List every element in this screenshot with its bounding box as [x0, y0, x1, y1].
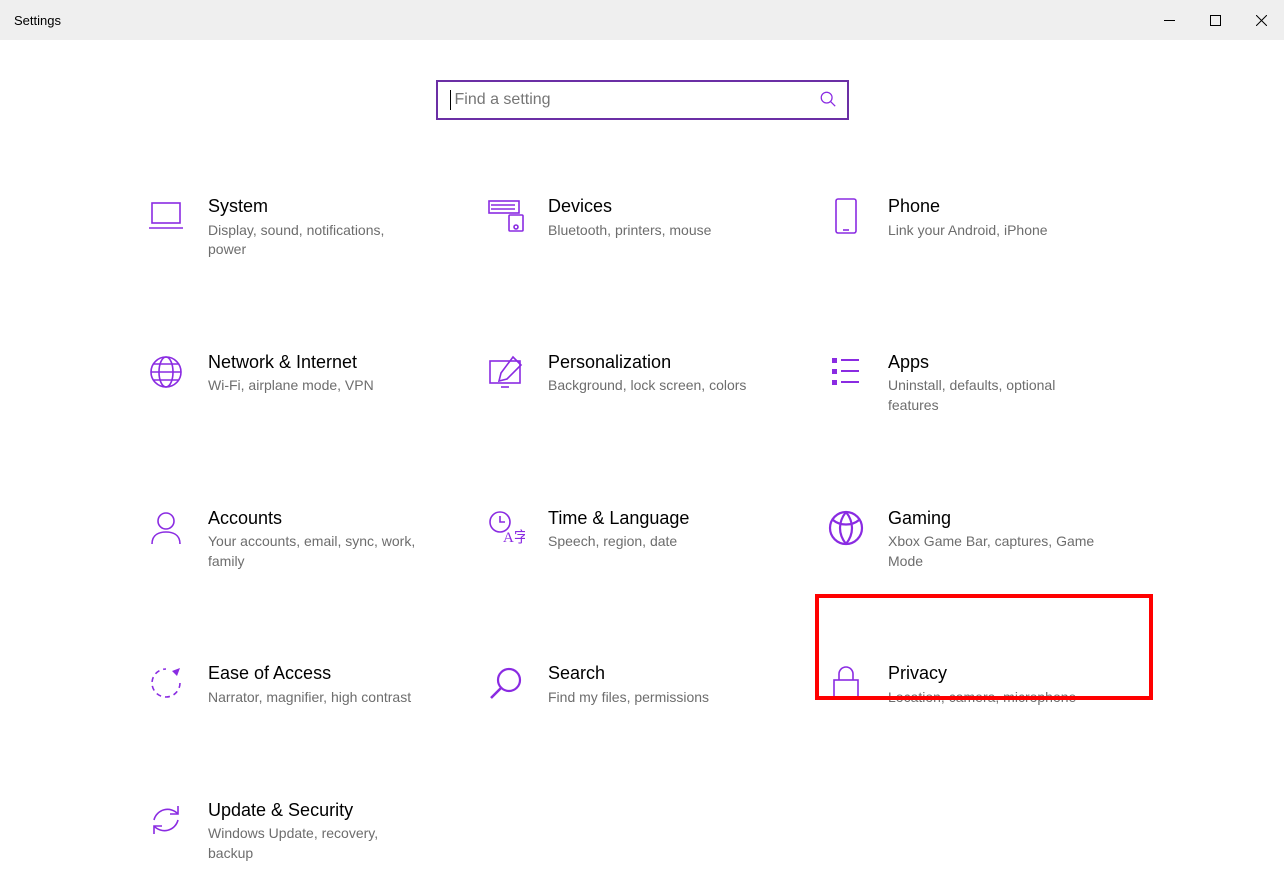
globe-icon [146, 352, 186, 392]
search-container [0, 80, 1284, 120]
category-desc: Background, lock screen, colors [548, 376, 746, 396]
search-box[interactable] [436, 80, 849, 120]
category-title: System [208, 196, 418, 218]
category-accounts[interactable]: Accounts Your accounts, email, sync, wor… [142, 502, 472, 576]
category-title: Apps [888, 352, 1098, 374]
category-phone[interactable]: Phone Link your Android, iPhone [822, 190, 1152, 264]
apps-icon [826, 352, 866, 392]
personalization-icon [486, 352, 526, 392]
time-language-icon: A字 [486, 508, 526, 548]
magnifier-icon [486, 663, 526, 703]
category-desc: Find my files, permissions [548, 688, 709, 708]
category-title: Search [548, 663, 709, 685]
category-search[interactable]: Search Find my files, permissions [482, 657, 812, 711]
category-desc: Bluetooth, printers, mouse [548, 221, 711, 241]
close-button[interactable] [1238, 0, 1284, 40]
category-title: Privacy [888, 663, 1076, 685]
titlebar: Settings [0, 0, 1284, 40]
laptop-icon [146, 196, 186, 236]
lock-icon [826, 663, 866, 703]
category-personalization[interactable]: Personalization Background, lock screen,… [482, 346, 812, 420]
category-desc: Xbox Game Bar, captures, Game Mode [888, 532, 1098, 571]
ease-of-access-icon [146, 663, 186, 703]
category-desc: Narrator, magnifier, high contrast [208, 688, 411, 708]
category-update[interactable]: Update & Security Windows Update, recove… [142, 794, 472, 868]
category-grid: System Display, sound, notifications, po… [132, 190, 1152, 867]
category-desc: Windows Update, recovery, backup [208, 824, 418, 863]
category-time[interactable]: A字 Time & Language Speech, region, date [482, 502, 812, 576]
update-icon [146, 800, 186, 840]
svg-text:A字: A字 [503, 529, 525, 546]
category-title: Accounts [208, 508, 418, 530]
category-network[interactable]: Network & Internet Wi-Fi, airplane mode,… [142, 346, 472, 420]
category-apps[interactable]: Apps Uninstall, defaults, optional featu… [822, 346, 1152, 420]
category-title: Time & Language [548, 508, 689, 530]
text-caret [450, 90, 451, 110]
category-title: Phone [888, 196, 1048, 218]
gaming-icon [826, 508, 866, 548]
category-title: Update & Security [208, 800, 418, 822]
category-privacy[interactable]: Privacy Location, camera, microphone [822, 657, 1152, 711]
accounts-icon [146, 508, 186, 548]
category-gaming[interactable]: Gaming Xbox Game Bar, captures, Game Mod… [822, 502, 1152, 576]
category-desc: Location, camera, microphone [888, 688, 1076, 708]
category-desc: Uninstall, defaults, optional features [888, 376, 1098, 415]
category-desc: Link your Android, iPhone [888, 221, 1048, 241]
category-title: Devices [548, 196, 711, 218]
category-title: Ease of Access [208, 663, 411, 685]
window-title: Settings [14, 13, 61, 28]
content-area: System Display, sound, notifications, po… [0, 40, 1284, 867]
category-desc: Display, sound, notifications, power [208, 221, 418, 260]
category-ease-of-access[interactable]: Ease of Access Narrator, magnifier, high… [142, 657, 472, 711]
devices-icon [486, 196, 526, 236]
category-desc: Your accounts, email, sync, work, family [208, 532, 418, 571]
search-input[interactable] [455, 91, 819, 109]
category-system[interactable]: System Display, sound, notifications, po… [142, 190, 472, 264]
search-icon [819, 90, 837, 111]
window-controls [1146, 0, 1284, 40]
category-title: Gaming [888, 508, 1098, 530]
category-title: Personalization [548, 352, 746, 374]
category-devices[interactable]: Devices Bluetooth, printers, mouse [482, 190, 812, 264]
category-desc: Wi-Fi, airplane mode, VPN [208, 376, 374, 396]
maximize-button[interactable] [1192, 0, 1238, 40]
category-desc: Speech, region, date [548, 532, 689, 552]
minimize-button[interactable] [1146, 0, 1192, 40]
category-title: Network & Internet [208, 352, 374, 374]
phone-icon [826, 196, 866, 236]
